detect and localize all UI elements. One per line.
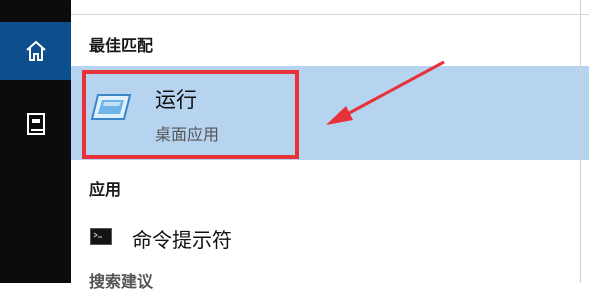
apps-heading: 应用 — [89, 180, 122, 199]
search-suggestions-heading: 搜索建议 — [89, 272, 154, 291]
panel-right-edge — [580, 0, 581, 283]
cmd-icon — [90, 228, 112, 245]
cmd-label: 命令提示符 — [132, 228, 232, 252]
app-result-cmd[interactable]: 命令提示符 — [71, 212, 589, 260]
